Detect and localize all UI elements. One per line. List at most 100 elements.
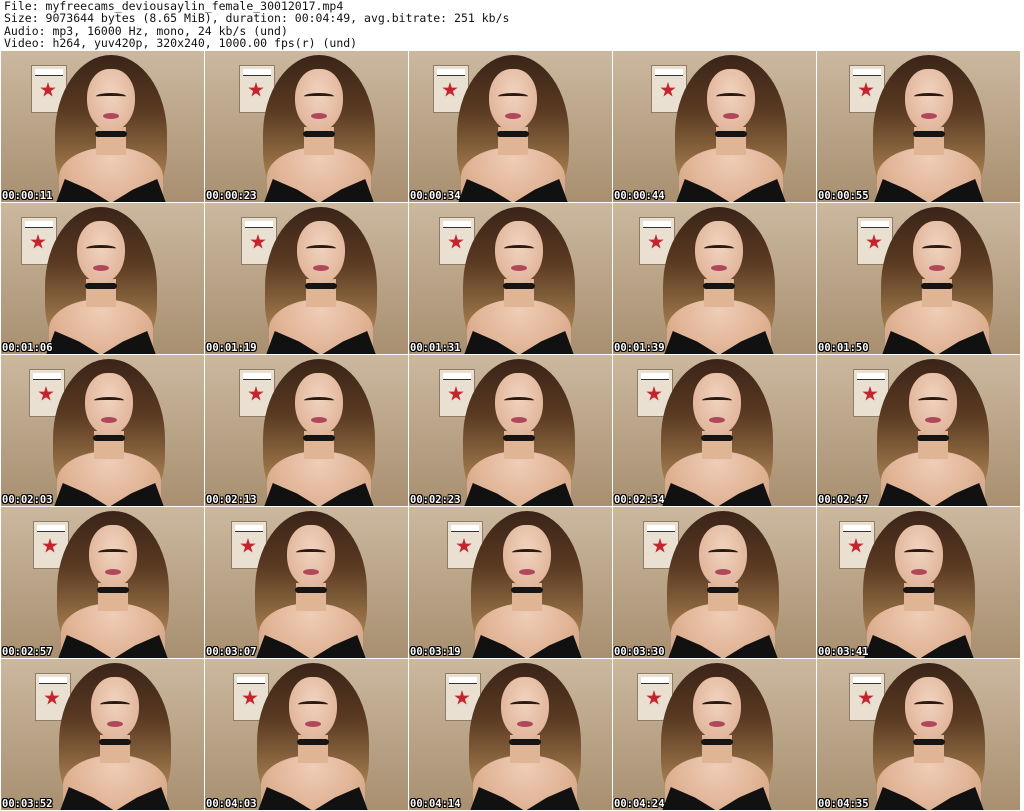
video-thumbnail: 00:04:35 — [817, 659, 1020, 810]
face-shape — [503, 525, 551, 587]
choker-shape — [921, 283, 953, 289]
thumbnail-timestamp: 00:02:03 — [2, 494, 53, 506]
video-thumbnail: 00:02:47 — [817, 355, 1020, 506]
video-thumbnail: 00:02:23 — [409, 355, 612, 506]
thumbnail-timestamp: 00:02:34 — [614, 494, 665, 506]
face-shape — [87, 69, 135, 131]
video-thumbnail: 00:00:34 — [409, 51, 612, 202]
face-shape — [91, 677, 139, 739]
face-shape — [489, 69, 537, 131]
choker-shape — [913, 739, 945, 745]
thumbnail-timestamp: 00:01:06 — [2, 342, 53, 354]
file-info-header: File: myfreecams_deviousaylin_female_300… — [4, 0, 1020, 50]
face-shape — [89, 525, 137, 587]
face-shape — [495, 373, 543, 435]
choker-shape — [903, 587, 935, 593]
choker-shape — [503, 283, 535, 289]
thumbnail-timestamp: 00:02:57 — [2, 646, 53, 658]
thumbnail-timestamp: 00:03:30 — [614, 646, 665, 658]
video-thumbnail: 00:04:03 — [205, 659, 408, 810]
face-shape — [295, 69, 343, 131]
choker-shape — [701, 739, 733, 745]
video-thumbnail: 00:00:23 — [205, 51, 408, 202]
face-shape — [699, 525, 747, 587]
thumbnail-timestamp: 00:01:31 — [410, 342, 461, 354]
video-thumbnail: 00:00:55 — [817, 51, 1020, 202]
thumbnail-timestamp: 00:04:14 — [410, 798, 461, 810]
thumbnail-timestamp: 00:02:23 — [410, 494, 461, 506]
thumbnail-timestamp: 00:00:11 — [2, 190, 53, 202]
choker-shape — [917, 435, 949, 441]
choker-shape — [497, 131, 529, 137]
thumbnail-timestamp: 00:01:19 — [206, 342, 257, 354]
face-shape — [501, 677, 549, 739]
video-thumbnail: 00:03:30 — [613, 507, 816, 658]
video-thumbnail: 00:02:13 — [205, 355, 408, 506]
choker-shape — [305, 283, 337, 289]
face-shape — [695, 221, 743, 283]
video-thumbnail: 00:01:06 — [1, 203, 204, 354]
thumbnail-timestamp: 00:02:47 — [818, 494, 869, 506]
choker-shape — [95, 131, 127, 137]
thumbnail-timestamp: 00:03:41 — [818, 646, 869, 658]
thumbnail-timestamp: 00:00:23 — [206, 190, 257, 202]
face-shape — [289, 677, 337, 739]
thumbnail-timestamp: 00:02:13 — [206, 494, 257, 506]
video-thumbnail: 00:03:41 — [817, 507, 1020, 658]
choker-shape — [701, 435, 733, 441]
video-thumbnail: 00:02:03 — [1, 355, 204, 506]
face-shape — [905, 677, 953, 739]
choker-shape — [715, 131, 747, 137]
thumbnail-timestamp: 00:04:35 — [818, 798, 869, 810]
choker-shape — [297, 739, 329, 745]
face-shape — [297, 221, 345, 283]
video-info-line: Video: h264, yuv420p, 320x240, 1000.00 f… — [4, 36, 358, 50]
thumbnail-timestamp: 00:03:07 — [206, 646, 257, 658]
thumbnail-timestamp: 00:04:24 — [614, 798, 665, 810]
face-shape — [909, 373, 957, 435]
face-shape — [495, 221, 543, 283]
video-thumbnail: 00:00:44 — [613, 51, 816, 202]
thumbnail-timestamp: 00:00:44 — [614, 190, 665, 202]
choker-shape — [85, 283, 117, 289]
video-thumbnail: 00:04:24 — [613, 659, 816, 810]
face-shape — [295, 373, 343, 435]
thumbnail-timestamp: 00:03:19 — [410, 646, 461, 658]
face-shape — [287, 525, 335, 587]
file-size-line: Size: 9073644 bytes (8.65 MiB), duration… — [4, 11, 510, 26]
face-shape — [693, 677, 741, 739]
video-thumbnail: 00:04:14 — [409, 659, 612, 810]
choker-shape — [303, 131, 335, 137]
face-shape — [913, 221, 961, 283]
video-thumbnail: 00:01:31 — [409, 203, 612, 354]
video-thumbnail: 00:03:19 — [409, 507, 612, 658]
face-shape — [905, 69, 953, 131]
face-shape — [707, 69, 755, 131]
choker-shape — [93, 435, 125, 441]
choker-shape — [303, 435, 335, 441]
thumbnail-timestamp: 00:03:52 — [2, 798, 53, 810]
choker-shape — [703, 283, 735, 289]
video-thumbnail: 00:00:11 — [1, 51, 204, 202]
choker-shape — [707, 587, 739, 593]
thumbnail-timestamp: 00:00:34 — [410, 190, 461, 202]
video-thumbnail: 00:02:57 — [1, 507, 204, 658]
video-thumbnail: 00:02:34 — [613, 355, 816, 506]
face-shape — [895, 525, 943, 587]
choker-shape — [913, 131, 945, 137]
face-shape — [85, 373, 133, 435]
face-shape — [693, 373, 741, 435]
choker-shape — [511, 587, 543, 593]
thumbnail-timestamp: 00:01:50 — [818, 342, 869, 354]
video-thumbnail: 00:03:07 — [205, 507, 408, 658]
video-thumbnail: 00:03:52 — [1, 659, 204, 810]
video-thumbnail: 00:01:50 — [817, 203, 1020, 354]
face-shape — [77, 221, 125, 283]
thumbnail-timestamp: 00:01:39 — [614, 342, 665, 354]
choker-shape — [509, 739, 541, 745]
thumbnail-timestamp: 00:00:55 — [818, 190, 869, 202]
thumbnail-grid: 00:00:11 00:00:23 00:00:34 00:00:44 00:00:55… — [1, 51, 1023, 811]
choker-shape — [295, 587, 327, 593]
choker-shape — [503, 435, 535, 441]
choker-shape — [97, 587, 129, 593]
